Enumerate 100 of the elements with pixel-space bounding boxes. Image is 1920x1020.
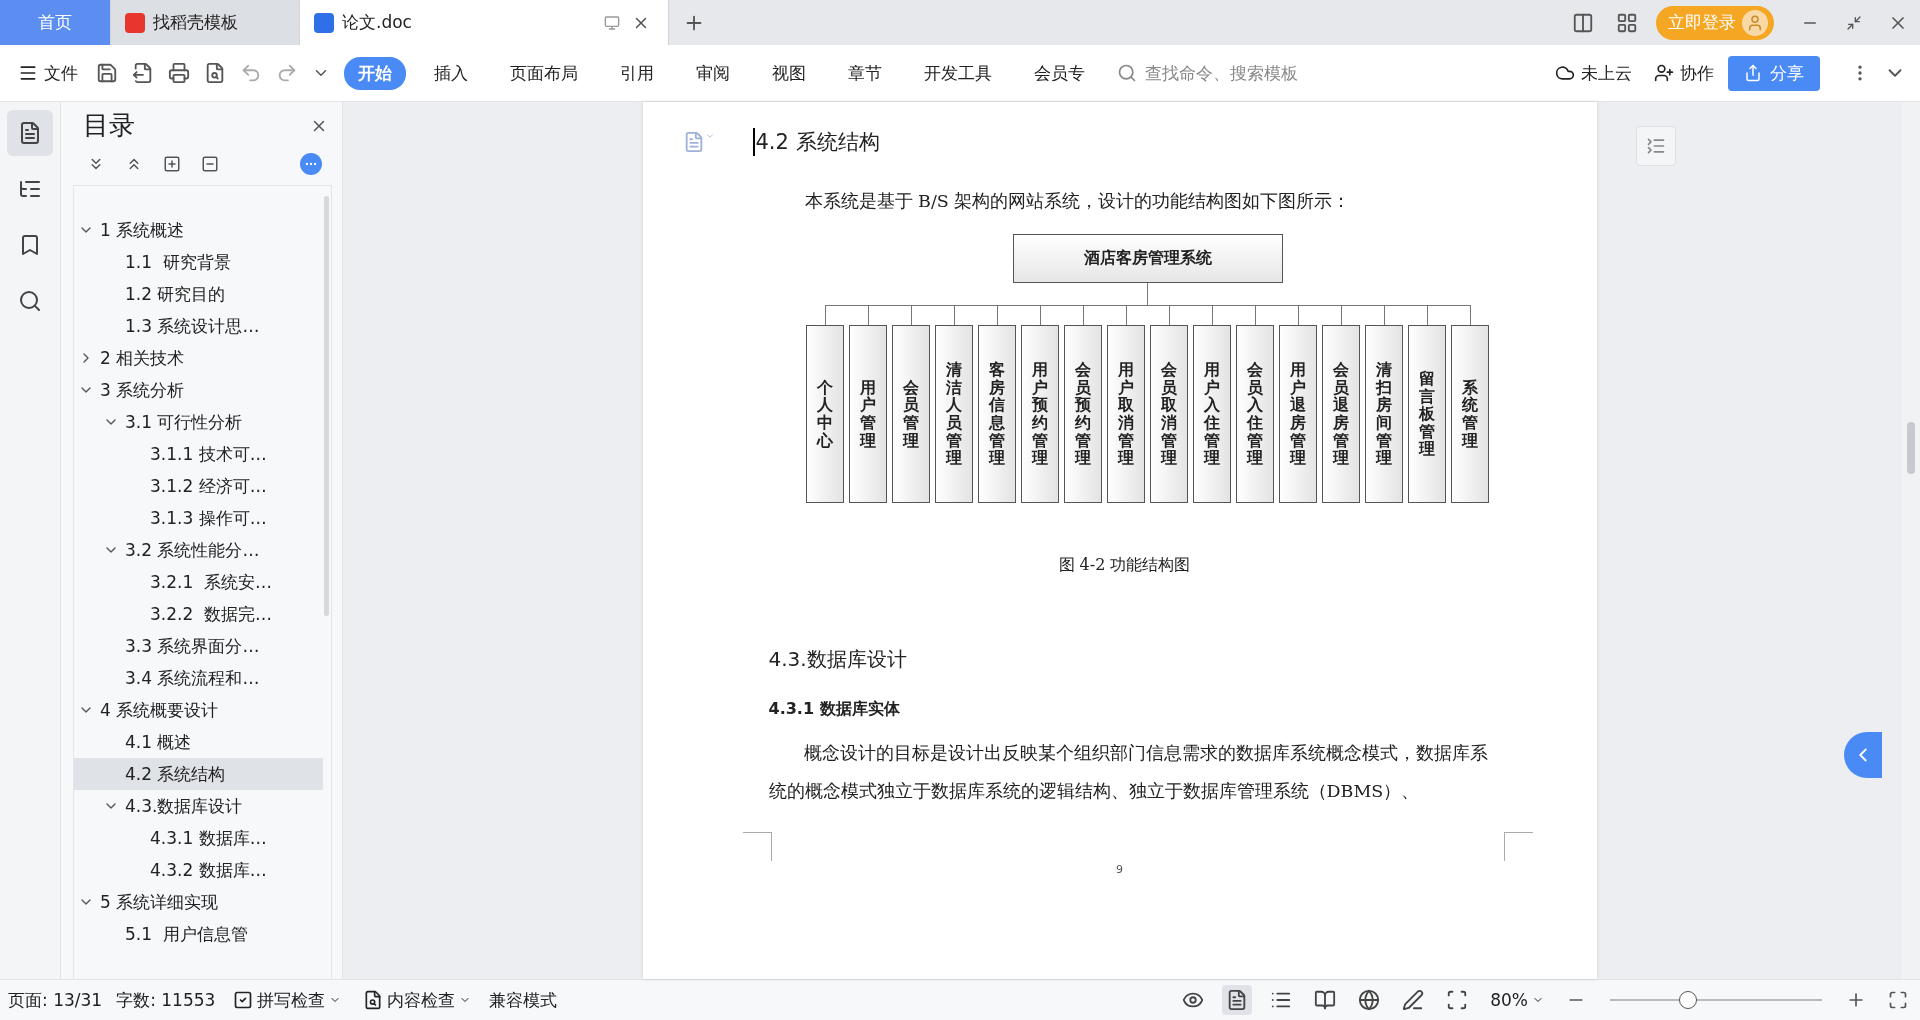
outline-item[interactable]: 4.3.1 数据库… bbox=[74, 822, 323, 854]
outline-item[interactable]: 3.1 可行性分析 bbox=[74, 406, 323, 438]
page-view-button[interactable] bbox=[1222, 985, 1253, 1015]
more-button[interactable] bbox=[300, 153, 322, 175]
outline-item[interactable]: 3.1.2 经济可… bbox=[74, 470, 323, 502]
chart-node: 会员管理 bbox=[892, 325, 930, 503]
cloud-icon bbox=[1555, 63, 1575, 83]
ribbon-tab[interactable]: 审阅 bbox=[682, 56, 744, 90]
page-number: 9 bbox=[1115, 863, 1124, 876]
ribbon-tab[interactable]: 引用 bbox=[606, 56, 668, 90]
app-icon bbox=[125, 12, 145, 33]
subsection-heading: 4.3.1 数据库实体 bbox=[768, 699, 901, 720]
outline-item[interactable]: 5 系统详细实现 bbox=[74, 886, 323, 918]
grid-icon[interactable] bbox=[1616, 11, 1638, 34]
minus-icon[interactable] bbox=[201, 155, 219, 173]
globe-icon bbox=[1358, 989, 1381, 1011]
section-heading: 4.3.数据库设计 bbox=[768, 646, 908, 673]
outline-item[interactable]: 4.3.2 数据库… bbox=[74, 854, 323, 886]
outline-item[interactable]: 2 相关技术 bbox=[74, 342, 323, 374]
document-tab[interactable]: 找稻壳模板 bbox=[111, 0, 300, 45]
outline-item[interactable]: 4.3.数据库设计 bbox=[74, 790, 323, 822]
collaborate-button[interactable]: 协作 bbox=[1646, 57, 1722, 89]
figure-caption: 图 4-2 功能结构图 bbox=[1057, 555, 1192, 576]
outline-item[interactable]: 1.2 研究目的 bbox=[74, 278, 323, 310]
outline-label: 5 系统详细实现 bbox=[100, 890, 219, 914]
outline-label: 1.1 研究背景 bbox=[125, 250, 231, 274]
outline-item[interactable]: 5.1 用户信息管 bbox=[74, 918, 323, 950]
outline-item[interactable]: 1.3 系统设计思… bbox=[74, 310, 323, 342]
outline-panel-button[interactable] bbox=[7, 110, 53, 156]
outline-label: 3 系统分析 bbox=[100, 378, 185, 402]
ribbon-tab[interactable]: 页面布局 bbox=[496, 56, 592, 90]
scrollbar-thumb[interactable] bbox=[1907, 422, 1915, 474]
document-icon bbox=[18, 121, 42, 145]
fullscreen-icon[interactable] bbox=[1888, 990, 1908, 1010]
app-icon bbox=[314, 12, 334, 33]
outline-item[interactable]: 3.2 系统性能分… bbox=[74, 534, 323, 566]
restore-icon[interactable] bbox=[1846, 14, 1862, 31]
outline-label: 4 系统概要设计 bbox=[100, 698, 219, 722]
slider-thumb[interactable] bbox=[1679, 991, 1698, 1009]
chart-node: 会员入住管理 bbox=[1236, 325, 1274, 503]
chart-node: 会员取消管理 bbox=[1150, 325, 1188, 503]
chart-node: 用户退房管理 bbox=[1279, 325, 1317, 503]
outline-item[interactable]: 3.4 系统流程和… bbox=[74, 662, 323, 694]
book-icon bbox=[1314, 989, 1337, 1011]
export-icon[interactable] bbox=[132, 62, 154, 84]
share-icon bbox=[1744, 64, 1762, 82]
outline-item[interactable]: 3.2.2 数据完… bbox=[74, 598, 323, 630]
paragraph: 概念设计的目标是设计出反映某个组织部门信息需求的数据库系统概念模式，数据库系统的概念模式独立于数据库系统的逻辑结构、独立于数据库管理系统（DBMS）、 bbox=[767, 742, 1489, 803]
check-icon bbox=[233, 990, 254, 1010]
word-count: 字数: 11553 bbox=[116, 988, 216, 1012]
print-icon[interactable] bbox=[168, 62, 190, 84]
zoom-dropdown[interactable]: 80% bbox=[1486, 988, 1548, 1012]
chart-node: 清洁人员管理 bbox=[935, 325, 973, 503]
caret-icon bbox=[704, 131, 715, 141]
outline-item[interactable]: 4.1 概述 bbox=[74, 726, 323, 758]
outline-item[interactable]: 3 系统分析 bbox=[74, 374, 323, 406]
chart-node: 会员预约管理 bbox=[1064, 325, 1102, 503]
outline-item[interactable]: 3.2.1 系统安… bbox=[74, 566, 323, 598]
outline-item[interactable]: 3.3 系统界面分… bbox=[74, 630, 323, 662]
pen-icon bbox=[1402, 989, 1425, 1011]
outline-label: 4.3.数据库设计 bbox=[125, 794, 243, 818]
section-heading: 4.2 系统结构 bbox=[752, 128, 880, 156]
save-icon[interactable] bbox=[96, 62, 118, 84]
monitor-icon bbox=[604, 14, 620, 31]
outline-item[interactable]: 1.1 研究背景 bbox=[74, 246, 323, 278]
chart-node: 清扫房间管理 bbox=[1365, 325, 1403, 503]
expand-panel-button[interactable] bbox=[1844, 732, 1882, 778]
plus-icon[interactable] bbox=[163, 155, 181, 173]
ribbon-tab[interactable]: 插入 bbox=[420, 56, 482, 90]
ribbon-tab[interactable]: 开发工具 bbox=[910, 56, 1006, 90]
preview-icon[interactable] bbox=[204, 62, 226, 84]
outline-label: 4.3.1 数据库… bbox=[150, 826, 267, 850]
outline-label: 1.2 研究目的 bbox=[125, 282, 226, 306]
scrollbar-thumb[interactable] bbox=[324, 196, 329, 616]
chart-node: 用户入住管理 bbox=[1193, 325, 1231, 503]
outline-item[interactable]: 3.1.3 操作可… bbox=[74, 502, 323, 534]
spell-check-button[interactable]: 拼写检查 bbox=[229, 986, 346, 1014]
layout-icon[interactable] bbox=[1572, 11, 1594, 34]
outline-label: 3.1.2 经济可… bbox=[150, 474, 267, 498]
outline-label: 3.1.3 操作可… bbox=[150, 506, 267, 530]
ribbon-tab[interactable]: 视图 bbox=[758, 56, 820, 90]
outline-item[interactable]: 4.2 系统结构 bbox=[74, 758, 323, 790]
document-tab[interactable]: 论文.doc bbox=[300, 0, 669, 45]
search-field[interactable]: 查找命令、搜索模板 bbox=[1109, 58, 1355, 88]
outline-label: 3.1 可行性分析 bbox=[125, 410, 243, 434]
search-icon bbox=[1117, 63, 1137, 83]
ribbon-tab[interactable]: 章节 bbox=[834, 56, 896, 90]
tab-label: 首页 bbox=[38, 11, 72, 34]
content-check-button[interactable]: 内容检查 bbox=[359, 986, 476, 1014]
cloud-button[interactable]: 未上云 bbox=[1547, 57, 1640, 89]
ribbon-tab[interactable]: 会员专 bbox=[1020, 56, 1099, 90]
outline-label: 3.2.1 系统安… bbox=[150, 570, 273, 594]
outline-label: 3.2.2 数据完… bbox=[150, 602, 273, 626]
page-count: 页面: 13/31 bbox=[8, 988, 103, 1012]
outline-item[interactable]: 4 系统概要设计 bbox=[74, 694, 323, 726]
outline-item[interactable]: 1 系统概述 bbox=[74, 214, 323, 246]
tab-label: 论文.doc bbox=[342, 11, 413, 34]
outline-item[interactable]: 3.1.1 技术可… bbox=[74, 438, 323, 470]
chart-node: 用户管理 bbox=[849, 325, 887, 503]
file-menu[interactable]: 文件 bbox=[10, 57, 86, 89]
